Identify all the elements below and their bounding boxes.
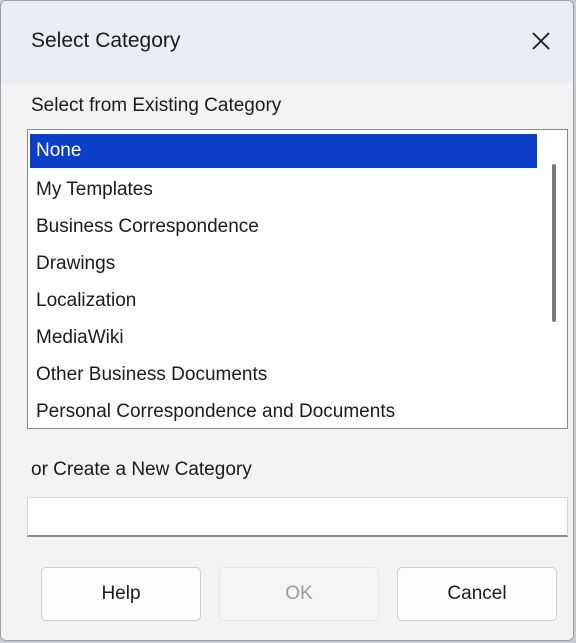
dialog-title: Select Category: [31, 29, 181, 52]
category-list-item[interactable]: Other Business Documents: [30, 356, 537, 393]
ok-button[interactable]: OK: [219, 567, 379, 621]
category-list-item[interactable]: None: [30, 134, 537, 168]
category-list-item[interactable]: My Templates: [30, 171, 537, 208]
vertical-scrollbar[interactable]: [541, 130, 567, 428]
scroll-thumb[interactable]: [552, 164, 556, 322]
category-list-item[interactable]: Personal Correspondence and Documents: [30, 393, 537, 428]
new-category-label: or Create a New Category: [31, 459, 252, 480]
select-category-dialog: Select Category Select from Existing Cat…: [0, 0, 574, 641]
category-list-item[interactable]: Drawings: [30, 245, 537, 282]
close-button[interactable]: [519, 19, 563, 63]
button-bar: Help OK Cancel: [1, 549, 573, 640]
existing-category-label: Select from Existing Category: [31, 95, 282, 116]
close-icon: [532, 32, 550, 50]
category-list-item[interactable]: Localization: [30, 282, 537, 319]
new-category-input[interactable]: [27, 497, 568, 537]
help-button[interactable]: Help: [41, 567, 201, 621]
cancel-button[interactable]: Cancel: [397, 567, 557, 621]
category-listbox[interactable]: None My Templates Business Correspondence D…: [27, 129, 568, 429]
category-list: None My Templates Business Correspondence D…: [30, 134, 537, 428]
category-list-item[interactable]: MediaWiki: [30, 319, 537, 356]
category-list-item[interactable]: Business Correspondence: [30, 208, 537, 245]
title-bar: Select Category: [1, 1, 573, 83]
